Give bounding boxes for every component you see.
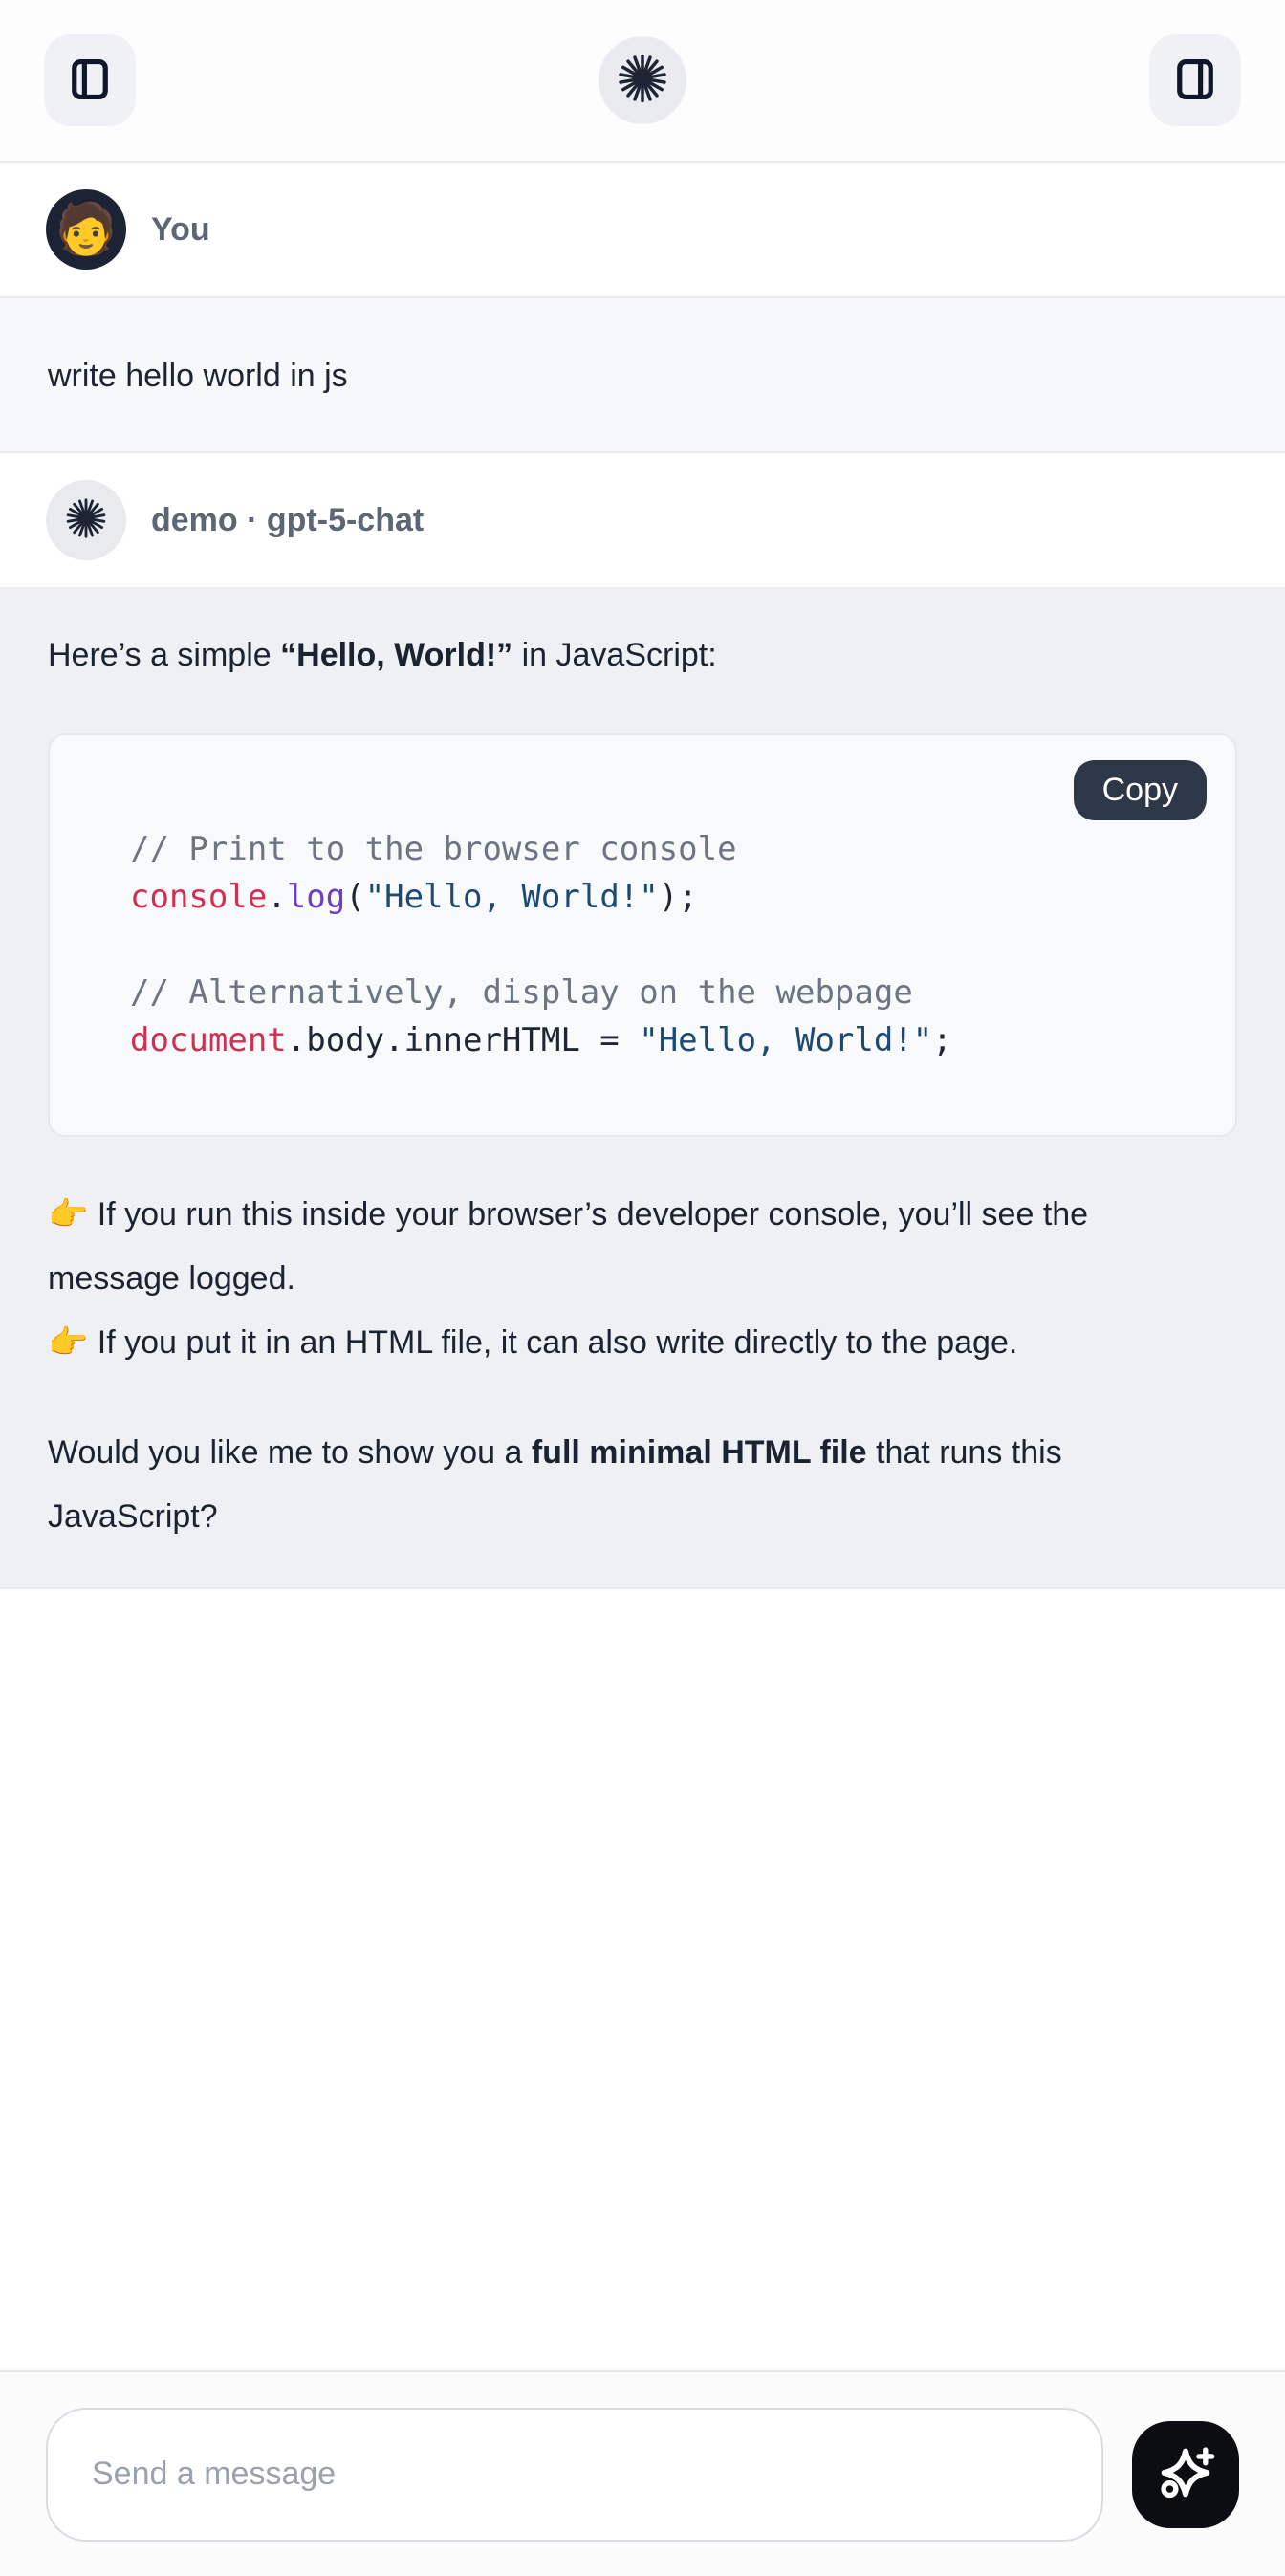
- empty-chat-space: [0, 1589, 1285, 2370]
- toggle-left-sidebar-button[interactable]: [44, 34, 136, 126]
- top-bar: [0, 0, 1285, 163]
- code-block: Copy // Print to the browser consolecons…: [48, 733, 1237, 1137]
- chat-thread: 🧑 You write hello world in js: [0, 163, 1285, 2370]
- toggle-right-sidebar-button[interactable]: [1149, 34, 1241, 126]
- code-line-console-log: console.log("Hello, World!");: [130, 873, 1197, 921]
- assistant-message: Here’s a simple “Hello, World!” in JavaS…: [0, 587, 1285, 1589]
- panel-left-icon: [65, 55, 115, 107]
- copy-code-button[interactable]: Copy: [1074, 760, 1207, 820]
- code-line-comment-2: // Alternatively, display on the webpage: [130, 969, 1197, 1016]
- assistant-tips-paragraph: 👉 If you run this inside your browser’s …: [48, 1183, 1152, 1375]
- tip-line-2: 👉 If you put it in an HTML file, it can …: [48, 1311, 1152, 1375]
- assistant-intro-paragraph: Here’s a simple “Hello, World!” in JavaS…: [48, 623, 1152, 688]
- starburst-avatar-icon: [64, 496, 108, 545]
- message-input[interactable]: [46, 2408, 1103, 2542]
- intro-prefix: Here’s a simple: [48, 637, 280, 673]
- outro-bold: full minimal HTML file: [532, 1434, 867, 1471]
- user-author-row: 🧑 You: [0, 163, 1285, 296]
- intro-bold: “Hello, World!”: [280, 637, 512, 673]
- starburst-icon: [616, 52, 669, 110]
- user-avatar-emoji: 🧑: [55, 205, 118, 254]
- assistant-avatar: [46, 480, 126, 560]
- user-message-text: write hello world in js: [48, 358, 348, 394]
- outro-prefix: Would you like me to show you a: [48, 1434, 532, 1471]
- assistant-author-row: demo · gpt-5-chat: [0, 453, 1285, 587]
- app-logo: [599, 36, 686, 124]
- user-message: write hello world in js: [0, 296, 1285, 453]
- send-button[interactable]: [1132, 2421, 1239, 2528]
- code-content: // Print to the browser consoleconsole.l…: [50, 735, 1235, 1135]
- user-avatar: 🧑: [46, 189, 126, 270]
- assistant-author-name: demo · gpt-5-chat: [151, 502, 424, 539]
- tip-line-1: 👉 If you run this inside your browser’s …: [48, 1183, 1152, 1311]
- sparkle-ai-icon: [1155, 2442, 1216, 2506]
- intro-suffix: in JavaScript:: [512, 637, 717, 673]
- code-line-document: document.body.innerHTML = "Hello, World!…: [130, 1016, 1197, 1064]
- composer-bar: [0, 2370, 1285, 2576]
- user-author-name: You: [151, 211, 210, 249]
- assistant-outro-paragraph: Would you like me to show you a full min…: [48, 1421, 1152, 1549]
- code-line-comment-1: // Print to the browser console: [130, 825, 1197, 873]
- panel-right-icon: [1170, 55, 1220, 107]
- code-line-blank: [130, 921, 1197, 969]
